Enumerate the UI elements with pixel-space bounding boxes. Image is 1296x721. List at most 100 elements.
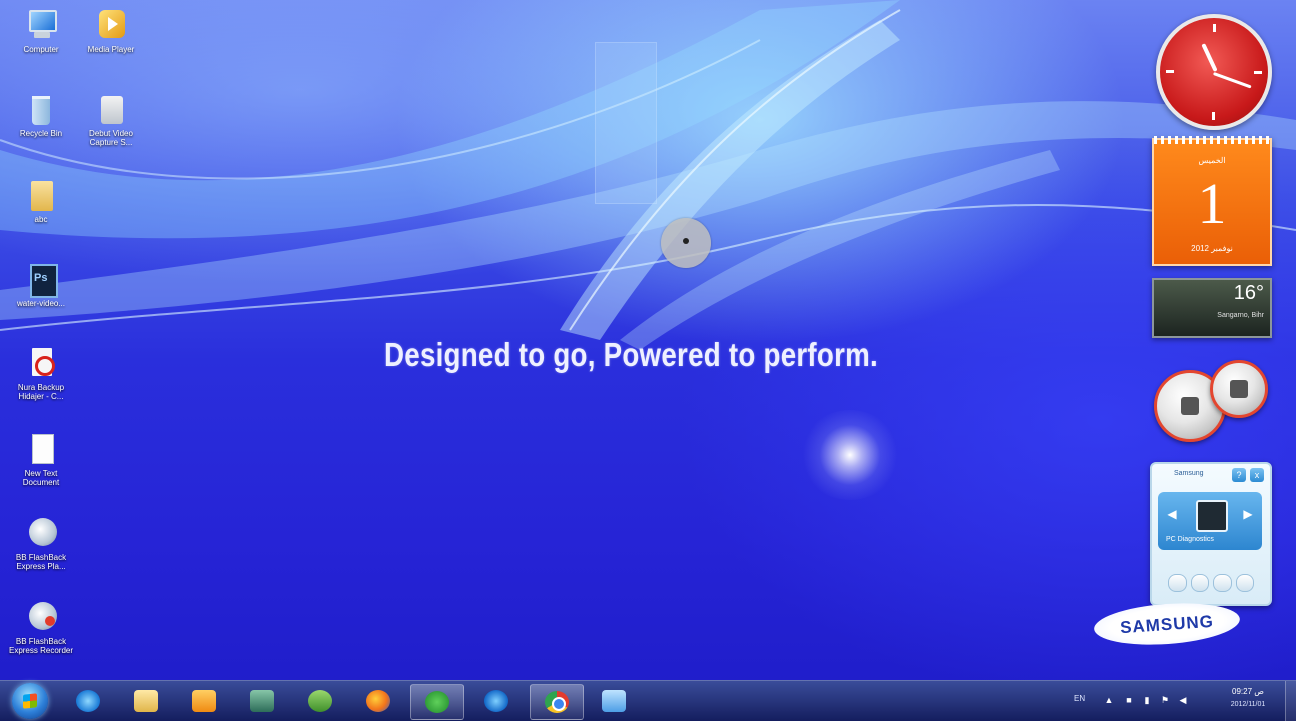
- close-button[interactable]: x: [1250, 468, 1264, 482]
- desktop-icon-photoshop-file[interactable]: water-video...: [8, 262, 74, 308]
- desktop-icon-computer[interactable]: Computer: [8, 8, 74, 54]
- taskbar-internet-explorer[interactable]: [62, 684, 114, 718]
- memory-meter-gadget[interactable]: [1210, 360, 1268, 418]
- clock-tick: [1166, 70, 1174, 73]
- taskbar-media-player[interactable]: [178, 684, 230, 718]
- gadget-panel: ◀ ▶ PC Diagnostics: [1158, 492, 1262, 550]
- speaker-icon[interactable]: ◀: [1178, 695, 1188, 705]
- flashback-player-icon: [25, 516, 57, 550]
- device-icon[interactable]: ■: [1124, 695, 1134, 705]
- clock-tick: [1254, 71, 1262, 74]
- computer-icon: [25, 8, 57, 42]
- clock-time[interactable]: 09:27 ص: [1226, 687, 1270, 696]
- weather-gadget[interactable]: 16° Sangarno, Bihr: [1152, 278, 1272, 338]
- mouse-cursor-highlight: [661, 218, 711, 268]
- gadget-title: Samsung: [1174, 470, 1204, 477]
- text-document-icon: [25, 432, 57, 466]
- taskbar-utorrent[interactable]: [410, 684, 464, 720]
- transparent-window-ghost: [595, 42, 657, 204]
- media-player-icon: [192, 690, 216, 712]
- desktop-icon-label: Nura Backup Hidajer - C...: [17, 383, 65, 401]
- gadget-footer-button[interactable]: [1213, 574, 1232, 592]
- gadget-panel-label: PC Diagnostics: [1166, 536, 1214, 543]
- folder-icon: [25, 178, 57, 212]
- start-button[interactable]: [12, 683, 48, 719]
- weather-location: Sangarno, Bihr: [1217, 312, 1264, 319]
- folder-icon: [602, 690, 626, 712]
- clock-gadget[interactable]: [1156, 14, 1272, 130]
- desktop-icon-text-document[interactable]: New Text Document: [8, 432, 74, 487]
- video-capture-icon: [95, 92, 127, 126]
- internet-explorer-icon: [76, 690, 100, 712]
- desktop-icon-flashback-recorder[interactable]: BB FlashBack Express Recorder: [8, 600, 74, 655]
- screen-icon: [250, 690, 274, 712]
- pdf-icon: [25, 346, 57, 380]
- calendar-gadget[interactable]: الخميس 1 نوفمبر 2012: [1152, 136, 1272, 266]
- gadget-footer-button[interactable]: [1168, 574, 1187, 592]
- desktop-icon-recycle-bin[interactable]: Recycle Bin: [8, 92, 74, 138]
- light-glow: [800, 410, 900, 500]
- gadget-footer-button[interactable]: [1235, 574, 1254, 592]
- taskbar: EN ▲ ■ ▮ ⚑ ◀ 09:27 ص 2012/11/01: [0, 680, 1296, 721]
- clock-hour-hand: [1201, 43, 1218, 72]
- taskbar-messenger[interactable]: [294, 684, 346, 718]
- gadget-footer-buttons: [1168, 574, 1254, 592]
- photoshop-file-icon: [25, 262, 58, 298]
- desktop-icon-folder[interactable]: abc: [8, 178, 74, 224]
- arrow-left-icon[interactable]: ◀: [1166, 508, 1178, 520]
- chip-icon: [1230, 380, 1248, 398]
- desktop-icon-label: Media Player: [87, 45, 135, 54]
- utorrent-icon: [425, 691, 449, 713]
- folder-icon: [134, 690, 158, 712]
- clock-tick: [1212, 112, 1215, 120]
- arrow-right-icon[interactable]: ▶: [1242, 508, 1254, 520]
- system-tray: EN ▲ ■ ▮ ⚑ ◀ 09:27 ص 2012/11/01: [1068, 681, 1296, 721]
- flashback-recorder-icon: [25, 600, 57, 634]
- desktop-icon-label: abc: [34, 215, 48, 224]
- calendar-day-number: 1: [1197, 171, 1227, 236]
- network-icon[interactable]: ▮: [1142, 695, 1152, 705]
- weather-temperature: 16°: [1233, 282, 1264, 304]
- desktop-icon-label: Computer: [23, 45, 59, 54]
- clock-minute-hand: [1212, 72, 1252, 89]
- chrome-icon: [545, 691, 569, 713]
- show-desktop-button[interactable]: [1285, 681, 1296, 721]
- taskbar-internet-explorer-2[interactable]: [470, 684, 522, 718]
- desktop-icon-media-player[interactable]: Media Player: [78, 8, 144, 54]
- desktop-icon-label: water-video...: [16, 299, 66, 308]
- calendar-day-name: الخميس: [1198, 156, 1226, 165]
- recycle-bin-icon: [25, 92, 57, 126]
- people-icon: [308, 690, 332, 712]
- taskbar-chrome[interactable]: [530, 684, 584, 720]
- taskbar-folder-app[interactable]: [588, 684, 640, 718]
- media-player-icon: [95, 8, 127, 42]
- chip-icon: [1181, 397, 1199, 415]
- taskbar-windows-explorer[interactable]: [120, 684, 172, 718]
- clock-date[interactable]: 2012/11/01: [1226, 701, 1270, 708]
- desktop-icon-label: BB FlashBack Express Pla...: [15, 553, 67, 571]
- wallpaper-slogan: Designed to go, Powered to perform.: [384, 336, 878, 373]
- gadget-footer-button[interactable]: [1190, 574, 1209, 592]
- samsung-support-gadget[interactable]: Samsung ? x ◀ ▶ PC Diagnostics: [1150, 462, 1272, 606]
- desktop-icon-flashback-player[interactable]: BB FlashBack Express Pla...: [8, 516, 74, 571]
- clock-tick: [1213, 24, 1216, 32]
- desktop-wallpaper: Designed to go, Powered to perform.: [0, 0, 1296, 720]
- firefox-icon: [366, 690, 390, 712]
- action-center-flag-icon[interactable]: ⚑: [1160, 695, 1170, 705]
- desktop-icon-label: BB FlashBack Express Recorder: [8, 637, 74, 655]
- desktop-icon-label: Recycle Bin: [19, 129, 63, 138]
- desktop-icon-pdf[interactable]: Nura Backup Hidajer - C...: [8, 346, 74, 401]
- desktop-icon-video-capture[interactable]: Debut Video Capture S...: [78, 92, 144, 147]
- desktop-icon-label: New Text Document: [22, 469, 60, 487]
- show-hidden-icons-icon[interactable]: ▲: [1104, 695, 1114, 705]
- taskbar-firefox[interactable]: [352, 684, 404, 718]
- calendar-month-year: نوفمبر 2012: [1191, 244, 1233, 253]
- gadget-header: Samsung ? x: [1156, 468, 1264, 482]
- calendar-binding: [1154, 136, 1270, 144]
- help-button[interactable]: ?: [1232, 468, 1246, 482]
- chip-icon: [1196, 500, 1228, 532]
- desktop-icon-label: Debut Video Capture S...: [89, 129, 133, 147]
- taskbar-screen-app[interactable]: [236, 684, 288, 718]
- language-indicator[interactable]: EN: [1074, 694, 1085, 703]
- internet-explorer-icon: [484, 690, 508, 712]
